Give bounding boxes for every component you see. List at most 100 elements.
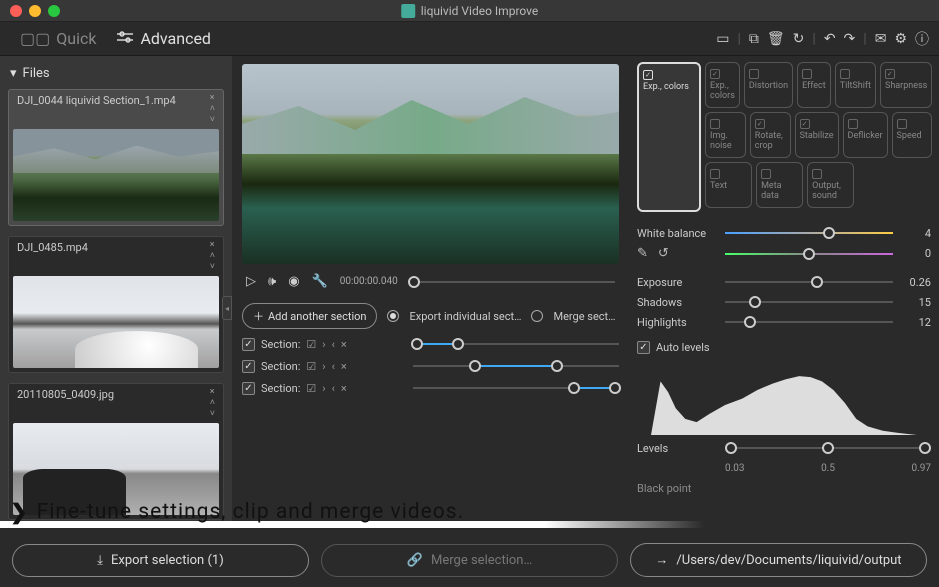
wb-temp-slider[interactable] [725, 226, 893, 240]
arrow-right-icon: → [655, 552, 668, 568]
copy-icon[interactable]: ⧉ [749, 29, 759, 49]
section-checkbox[interactable]: ✓ [242, 338, 255, 351]
chip-rotate-crop[interactable]: ✓Rotate, crop [750, 112, 791, 158]
file-card[interactable]: DJI_0044 liquivid Section_1.mp4 × ˄ ˅ [8, 89, 224, 226]
section-prev-icon[interactable]: › [322, 360, 325, 373]
chip-label: Meta data [761, 181, 798, 201]
auto-levels-checkbox[interactable]: ✓ [637, 341, 650, 354]
chip-exp-colors-main[interactable]: ✓ Exp., colors [637, 62, 701, 212]
merge-selection-button[interactable]: 🔗 Merge selection… [321, 544, 618, 577]
wb-tint-value: 0 [901, 247, 931, 260]
chip-tiltshift[interactable]: TiltShift [835, 62, 876, 108]
feedback-icon[interactable]: ✉ [875, 29, 887, 49]
advanced-mode-button[interactable]: Advanced [106, 25, 221, 52]
play-icon[interactable]: ▷ [246, 274, 256, 289]
section-delete-icon[interactable]: × [341, 360, 347, 373]
scrub-slider[interactable] [410, 275, 615, 289]
section-edit-icon[interactable]: ☑ [306, 360, 316, 373]
section-edit-icon[interactable]: ☑ [306, 382, 316, 395]
chip-output-sound[interactable]: Output, sound [807, 162, 854, 208]
section-delete-icon[interactable]: × [341, 382, 347, 395]
wrench-icon[interactable]: 🔧 [312, 274, 328, 289]
chip-speed[interactable]: Speed [892, 112, 933, 158]
file-name: 20110805_0409.jpg [17, 388, 114, 419]
bottom-bar: ⤓ Export selection (1) 🔗 Merge selection… [0, 533, 939, 587]
section-checkbox[interactable]: ✓ [242, 360, 255, 373]
section-range-slider[interactable] [413, 337, 619, 351]
chip-distortion[interactable]: Distortion [744, 62, 793, 108]
reset-icon[interactable]: ↻ [793, 29, 805, 49]
window-title-text: liquivid Video Improve [421, 4, 539, 18]
white-balance-label: White balance [637, 227, 717, 240]
section-next-icon[interactable]: ‹ [332, 382, 335, 395]
chip-exp-colors[interactable]: ✓Exp., colors [705, 62, 740, 108]
merge-sections-label[interactable]: Merge sect… [553, 310, 615, 323]
files-header[interactable]: ▾ Files [8, 62, 224, 89]
file-card[interactable]: DJI_0485.mp4 × ˄ ˅ [8, 236, 224, 373]
file-move-down-icon[interactable]: ˅ [210, 263, 215, 272]
chip-deflicker[interactable]: Deflicker [843, 112, 888, 158]
panel-collapse-handle[interactable]: ◂ [222, 296, 232, 320]
wb-tint-slider[interactable] [725, 247, 893, 261]
section-checkbox[interactable]: ✓ [242, 382, 255, 395]
chip-stabilize[interactable]: ✓Stabilize [795, 112, 839, 158]
open-folder-icon[interactable]: ▭ [716, 29, 729, 49]
info-icon[interactable]: ⓘ [915, 29, 929, 49]
maximize-window-button[interactable] [48, 5, 60, 17]
section-edit-icon[interactable]: ☑ [306, 338, 316, 351]
chip-sharpness[interactable]: ✓Sharpness [880, 62, 932, 108]
chip-text[interactable]: Text [705, 162, 752, 208]
chevron-right-icon: ❯ [10, 500, 29, 525]
file-remove-icon[interactable]: × [210, 388, 215, 397]
file-move-up-icon[interactable]: ˄ [210, 252, 215, 261]
timecode: 00:00:00.040 [340, 276, 398, 287]
section-next-icon[interactable]: ‹ [332, 338, 335, 351]
center-panel: ◂ ▷ 🕪 ◉ 🔧 00:00:00.040 ＋ Add another sec… [232, 56, 629, 521]
video-preview[interactable] [242, 64, 619, 264]
audio-icon[interactable]: 🕪 [268, 274, 276, 289]
trash-icon[interactable]: 🗑 [767, 29, 785, 49]
file-remove-icon[interactable]: × [210, 94, 215, 103]
export-icon: ⤓ [97, 553, 103, 568]
file-move-up-icon[interactable]: ˄ [210, 399, 215, 408]
levels-slider[interactable] [725, 441, 931, 455]
undo-icon[interactable]: ↶ [824, 29, 836, 49]
highlights-slider[interactable] [725, 315, 893, 329]
file-remove-icon[interactable]: × [210, 241, 215, 250]
file-move-down-icon[interactable]: ˅ [210, 116, 215, 125]
eye-icon[interactable]: ◉ [288, 274, 299, 289]
titlebar: liquivid Video Improve [0, 0, 939, 22]
file-name: DJI_0044 liquivid Section_1.mp4 [17, 94, 176, 125]
section-next-icon[interactable]: ‹ [332, 360, 335, 373]
file-move-up-icon[interactable]: ˄ [210, 105, 215, 114]
advanced-label: Advanced [140, 29, 211, 48]
chip-effect[interactable]: Effect [797, 62, 831, 108]
close-window-button[interactable] [10, 5, 22, 17]
chip-meta-data[interactable]: Meta data [756, 162, 803, 208]
section-delete-icon[interactable]: × [341, 338, 347, 351]
auto-levels-label: Auto levels [656, 341, 710, 354]
chip-img-noise[interactable]: Img. noise [705, 112, 746, 158]
minimize-window-button[interactable] [29, 5, 41, 17]
file-move-down-icon[interactable]: ˅ [210, 410, 215, 419]
exposure-slider[interactable] [725, 275, 893, 289]
section-prev-icon[interactable]: › [322, 382, 325, 395]
shadows-slider[interactable] [725, 295, 893, 309]
chip-check-icon: ✓ [643, 70, 653, 80]
reset-wb-icon[interactable]: ↺ [658, 246, 669, 261]
section-range-slider[interactable] [413, 381, 619, 395]
merge-sections-radio[interactable] [531, 310, 543, 322]
eyedropper-icon[interactable]: ✎ [637, 246, 648, 261]
section-range-slider[interactable] [413, 359, 619, 373]
quick-label: Quick [56, 29, 96, 48]
export-individual-label[interactable]: Export individual sect… [409, 310, 521, 323]
redo-icon[interactable]: ↷ [844, 29, 856, 49]
export-selection-button[interactable]: ⤓ Export selection (1) [12, 544, 309, 577]
export-individual-radio[interactable] [387, 310, 399, 322]
output-path-button[interactable]: → /Users/dev/Documents/liquivid/output [630, 543, 927, 577]
settings-icon[interactable]: ⚙ [894, 29, 907, 49]
section-prev-icon[interactable]: › [322, 338, 325, 351]
quick-mode-button[interactable]: ▢▢ Quick [10, 25, 106, 52]
promo-text: Fine-tune settings, clip and merge video… [37, 500, 465, 524]
add-section-button[interactable]: ＋ Add another section [242, 303, 377, 329]
